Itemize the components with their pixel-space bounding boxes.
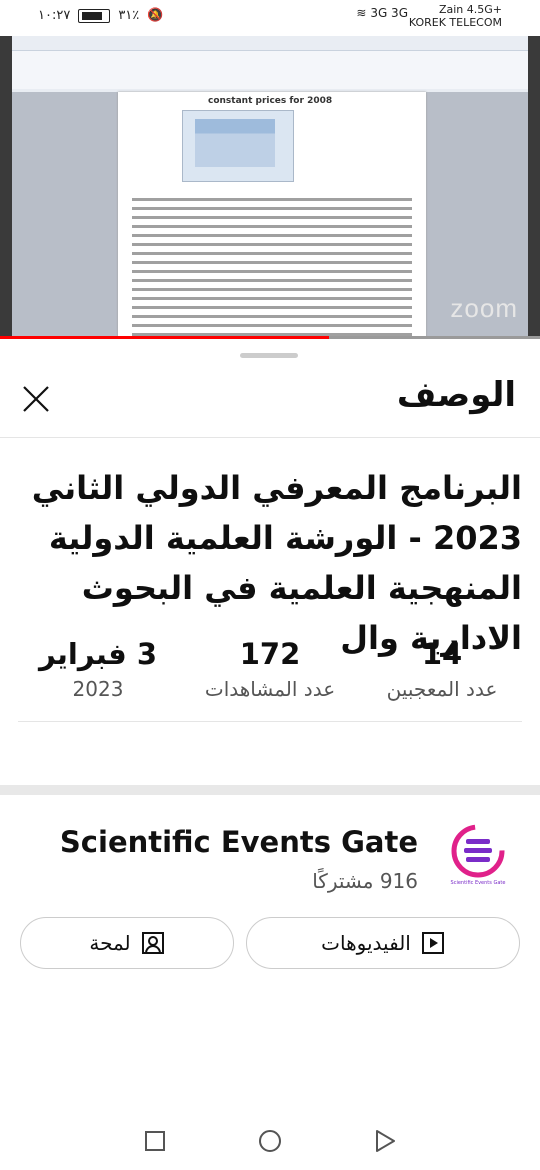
play-square-icon: [421, 932, 444, 954]
system-nav-bar: [0, 1114, 540, 1170]
close-icon: [23, 386, 49, 412]
doc-heading: constant prices for 2008: [208, 96, 333, 106]
carrier-line-1: Zain 4.5G+: [438, 3, 502, 16]
likes-count: 14: [421, 637, 463, 671]
close-button[interactable]: [18, 381, 54, 417]
home-icon: [259, 1130, 281, 1152]
videos-button-label: الفيديوهات: [321, 931, 411, 955]
sheet-header: الوصف: [0, 361, 540, 438]
back-button[interactable]: [372, 1128, 398, 1154]
signal-strength: 3G 3G: [370, 6, 408, 20]
video-title: البرنامج المعرفي الدولي الثاني 2023 - ال…: [31, 469, 522, 657]
clock: ١٠:٢٧: [38, 8, 71, 23]
zoom-watermark: zoom: [450, 293, 518, 323]
logo-caption: Scientific Events Gate: [451, 880, 506, 886]
signal-icons: ≋ 3G 3G: [356, 6, 408, 20]
back-icon: [376, 1130, 395, 1152]
home-button[interactable]: [257, 1128, 283, 1154]
channel-name[interactable]: Scientific Events Gate: [60, 825, 418, 859]
about-button-label: لمحة: [89, 931, 131, 955]
publish-date: 3 فبراير: [38, 637, 158, 671]
sheet-title: الوصف: [396, 375, 516, 415]
publish-year: 2023: [72, 677, 124, 701]
carrier-line-2: KOREK TELECOM: [408, 16, 502, 29]
video-stats: 14 عدد المعجبين 172 عدد المشاهدات 3 فبرا…: [18, 635, 522, 722]
word-ribbon: [12, 36, 528, 92]
date-stat: 3 فبراير 2023: [18, 635, 178, 721]
video-player[interactable]: constant prices for 2008 zoom: [0, 36, 540, 338]
channel-logo-icon: Scientific Events Gate: [451, 824, 506, 886]
wifi-icon: ≋: [356, 6, 367, 20]
views-label: عدد المشاهدات: [204, 677, 336, 701]
video-progress-fill: [0, 336, 330, 339]
person-icon: [141, 932, 164, 954]
battery-icon: [78, 8, 111, 23]
videos-button[interactable]: الفيديوهات: [246, 917, 520, 969]
status-bar: ١٠:٢٧ ٣١٪ 🔕 ≋ 3G 3G Zain 4.5G+ KOREK TEL…: [0, 0, 540, 36]
likes-stat: 14 عدد المعجبين: [362, 635, 522, 721]
channel-row[interactable]: Scientific Events Gate Scientific Events…: [0, 801, 540, 921]
likes-label: عدد المعجبين: [386, 677, 498, 701]
status-left: ١٠:٢٧ ٣١٪ 🔕: [38, 8, 163, 23]
battery-level: ٣١٪: [118, 8, 140, 23]
recents-icon: [145, 1131, 165, 1151]
doc-chart-image: [182, 110, 294, 182]
section-divider: [0, 785, 540, 795]
subscriber-count: 916 مشتركًا: [312, 869, 418, 893]
about-button[interactable]: لمحة: [20, 917, 234, 969]
channel-logo[interactable]: Scientific Events Gate: [446, 823, 510, 887]
recents-button[interactable]: [142, 1128, 168, 1154]
document-page: constant prices for 2008: [118, 92, 426, 338]
carrier-info: Zain 4.5G+ KOREK TELECOM: [409, 3, 502, 29]
views-count: 172: [239, 637, 301, 671]
drag-handle[interactable]: [240, 353, 298, 358]
mute-icon: 🔕: [147, 8, 164, 23]
video-progress-bar[interactable]: [0, 336, 540, 339]
doc-text-block: [132, 192, 412, 338]
description-sheet: الوصف البرنامج المعرفي الدولي الثاني 202…: [0, 341, 540, 1170]
views-stat: 172 عدد المشاهدات: [190, 635, 350, 721]
